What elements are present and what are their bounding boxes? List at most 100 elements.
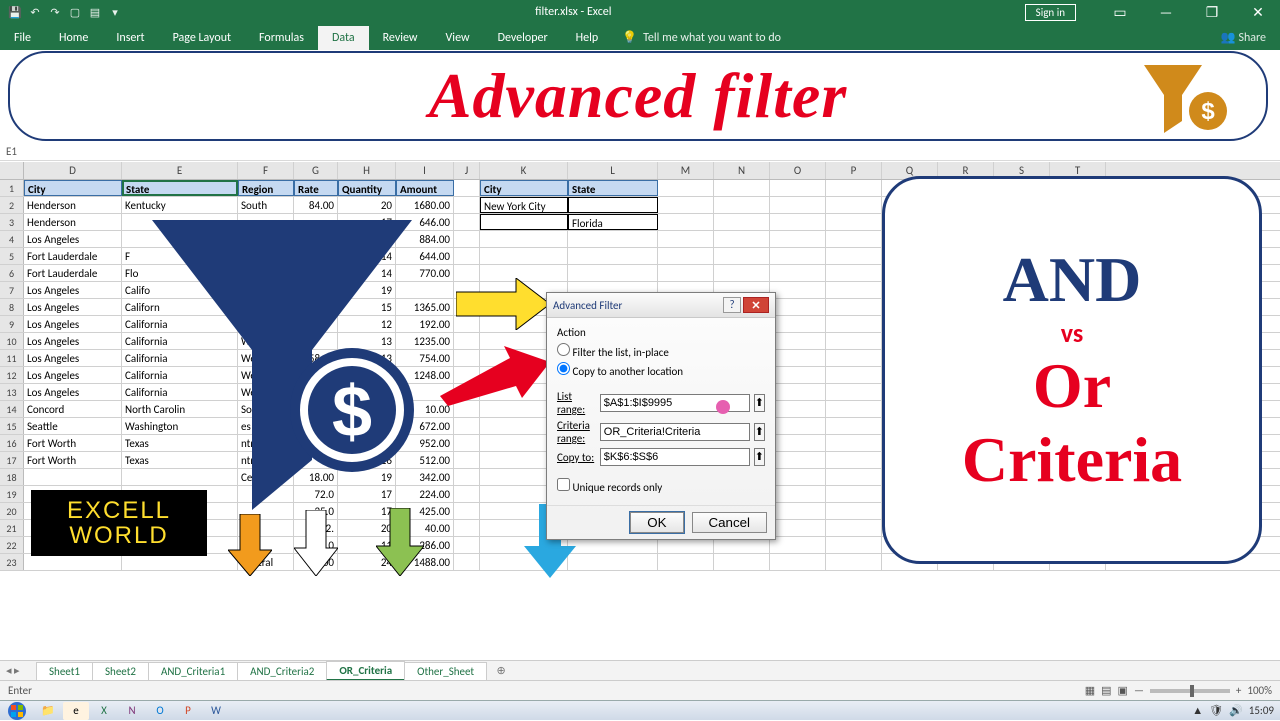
view-normal-icon[interactable]: ▦	[1085, 684, 1095, 697]
criteria-range-input[interactable]	[600, 423, 750, 441]
sheet-nav-icons[interactable]: ◂ ▸	[6, 664, 20, 677]
undo-icon[interactable]: ↶	[28, 5, 42, 19]
titlebar: 💾 ↶ ↷ ▢ ▤ ▾ filter.xlsx - Excel Sign in …	[0, 0, 1280, 24]
hero-banner: Advanced filter $	[8, 51, 1268, 141]
col-head[interactable]: I	[396, 162, 454, 179]
taskbar-excel-icon[interactable]: X	[91, 702, 117, 720]
text-and: AND	[1003, 243, 1142, 317]
taskbar-explorer-icon[interactable]: 📁	[35, 702, 61, 720]
dialog-titlebar[interactable]: Advanced Filter ? ✕	[547, 293, 775, 318]
col-head[interactable]: P	[826, 162, 882, 179]
taskbar-word-icon[interactable]: W	[203, 702, 229, 720]
sheet-tab[interactable]: Sheet2	[92, 662, 149, 680]
ok-button[interactable]: OK	[630, 512, 683, 533]
cursor-dot-icon	[716, 400, 730, 414]
tab-help[interactable]: Help	[562, 26, 613, 50]
tray-flag-icon[interactable]: ▲	[1192, 704, 1203, 717]
sheet-tab[interactable]: AND_Criteria1	[148, 662, 238, 680]
system-tray[interactable]: ▲ 🛡 🔊 15:09	[1192, 704, 1280, 717]
ribbon-options-icon[interactable]: ▭	[1098, 0, 1142, 24]
windows-taskbar: 📁 e X N O P W ▲ 🛡 🔊 15:09	[0, 700, 1280, 720]
ribbon-tabs: File Home Insert Page Layout Formulas Da…	[0, 24, 1280, 50]
tab-data[interactable]: Data	[318, 26, 369, 50]
view-layout-icon[interactable]: ▤	[1101, 684, 1111, 697]
unique-records-checkbox[interactable]: Unique records only	[557, 478, 765, 494]
help-icon[interactable]: ?	[723, 297, 741, 313]
copy-to-input[interactable]	[600, 448, 750, 466]
tab-developer[interactable]: Developer	[484, 26, 562, 50]
new-sheet-button[interactable]: ⊕	[492, 664, 510, 677]
col-head[interactable]: M	[658, 162, 714, 179]
hero-text: Advanced filter	[429, 59, 847, 133]
arrow-white-down-icon	[294, 510, 338, 576]
col-head[interactable]: L	[568, 162, 658, 179]
tab-review[interactable]: Review	[369, 26, 432, 50]
sheet-tab[interactable]: Sheet1	[36, 662, 93, 680]
badge-line2: WORLD	[69, 523, 168, 548]
tab-insert[interactable]: Insert	[102, 26, 158, 50]
action-heading: Action	[557, 326, 765, 339]
tab-formulas[interactable]: Formulas	[245, 26, 318, 50]
tray-wifi-icon[interactable]: 🛡	[1209, 704, 1223, 717]
tray-clock[interactable]: 15:09	[1249, 704, 1274, 717]
cell-mode: Enter	[8, 684, 32, 697]
col-head[interactable]: O	[770, 162, 826, 179]
text-or: Or	[1033, 349, 1111, 423]
taskbar-onenote-icon[interactable]: N	[119, 702, 145, 720]
redo-icon[interactable]: ↷	[48, 5, 62, 19]
cancel-button[interactable]: Cancel	[692, 512, 768, 533]
sheet-tab[interactable]: Other_Sheet	[404, 662, 487, 680]
col-head[interactable]: F	[238, 162, 294, 179]
app-name: Excel	[587, 5, 612, 19]
maximize-button[interactable]: ❐	[1190, 0, 1234, 24]
col-head[interactable]: N	[714, 162, 770, 179]
taskbar-outlook-icon[interactable]: O	[147, 702, 173, 720]
minimize-button[interactable]: —	[1144, 0, 1188, 24]
taskbar-ie-icon[interactable]: e	[63, 702, 89, 720]
sign-in-button[interactable]: Sign in	[1025, 4, 1076, 21]
quick-access-toolbar: 💾 ↶ ↷ ▢ ▤ ▾	[0, 5, 122, 19]
funnel-icon: $	[152, 220, 432, 513]
status-bar: Enter ▦ ▤ ▣ — + 100%	[0, 680, 1280, 700]
view-break-icon[interactable]: ▣	[1118, 684, 1128, 697]
share-button[interactable]: 👥 Share	[1207, 25, 1280, 50]
select-all-corner[interactable]	[0, 162, 24, 179]
list-range-label: List range:	[557, 390, 596, 416]
taskbar-powerpoint-icon[interactable]: P	[175, 702, 201, 720]
chevron-down-icon[interactable]: ▾	[108, 5, 122, 19]
funnel-money-icon: $	[1140, 61, 1230, 140]
save-icon[interactable]: 💾	[8, 5, 22, 19]
tab-page-layout[interactable]: Page Layout	[159, 26, 245, 50]
col-head[interactable]: J	[454, 162, 480, 179]
close-button[interactable]: ✕	[1236, 0, 1280, 24]
text-vs: vs	[1061, 317, 1084, 349]
zoom-controls[interactable]: ▦ ▤ ▣ — + 100%	[1085, 684, 1272, 697]
tab-home[interactable]: Home	[45, 26, 102, 50]
sheet-tab-active[interactable]: OR_Criteria	[326, 661, 405, 681]
arrow-red-right-icon	[440, 346, 550, 406]
col-head[interactable]: H	[338, 162, 396, 179]
tab-file[interactable]: File	[0, 26, 45, 50]
range-picker-icon[interactable]: ⬆	[754, 448, 765, 466]
col-head[interactable]: E	[122, 162, 238, 179]
radio-filter-inplace[interactable]: Filter the list, in-place	[557, 343, 765, 359]
file-name: filter.xlsx	[535, 5, 578, 19]
tab-view[interactable]: View	[432, 26, 484, 50]
sheet-tab[interactable]: AND_Criteria2	[237, 662, 327, 680]
tell-me-box[interactable]: 💡Tell me what you want to do	[622, 30, 781, 50]
start-button[interactable]	[0, 701, 34, 721]
dialog-title: Advanced Filter	[553, 299, 723, 312]
col-head[interactable]: G	[294, 162, 338, 179]
arrow-green-down-icon	[376, 508, 424, 576]
open-icon[interactable]: ▤	[88, 5, 102, 19]
new-icon[interactable]: ▢	[68, 5, 82, 19]
close-icon[interactable]: ✕	[743, 297, 769, 313]
tray-sound-icon[interactable]: 🔊	[1229, 704, 1243, 717]
col-head[interactable]: K	[480, 162, 568, 179]
radio-copy-location[interactable]: Copy to another location	[557, 362, 765, 378]
name-box[interactable]: E1	[0, 143, 1280, 161]
col-head[interactable]: D	[24, 162, 122, 179]
range-picker-icon[interactable]: ⬆	[754, 394, 765, 412]
range-picker-icon[interactable]: ⬆	[754, 423, 765, 441]
excell-world-badge: EXCELL WORLD	[31, 490, 207, 556]
